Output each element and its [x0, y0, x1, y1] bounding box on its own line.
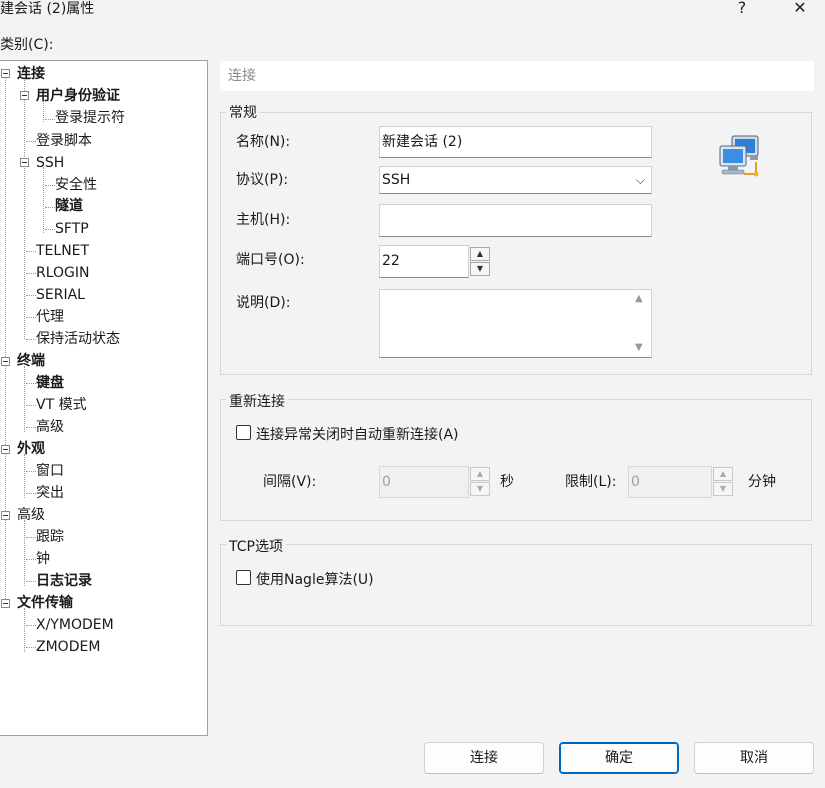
collapse-icon[interactable]	[1, 511, 10, 520]
host-input[interactable]	[379, 204, 652, 237]
tree-item-trace[interactable]: 跟踪	[36, 526, 64, 548]
name-label: 名称(N):	[236, 134, 291, 150]
protocol-label: 协议(P):	[236, 172, 289, 188]
spin-down-icon[interactable]: ▼	[713, 482, 733, 496]
panel-header: 连接	[220, 61, 814, 91]
spin-down-icon[interactable]: ▼	[470, 262, 490, 276]
tree-item-appearance[interactable]: 外观	[17, 438, 45, 460]
description-textarea[interactable]	[379, 289, 652, 358]
tree-item-security[interactable]: 安全性	[55, 174, 97, 196]
port-input[interactable]: 22	[379, 245, 469, 278]
tree-item-proxy[interactable]: 代理	[36, 306, 64, 328]
interval-spinner[interactable]: ▲ ▼	[470, 467, 490, 497]
nagle-checkbox[interactable]	[236, 570, 251, 585]
help-button[interactable]: ?	[722, 0, 762, 19]
collapse-icon[interactable]	[20, 158, 29, 167]
tree-item-telnet[interactable]: TELNET	[36, 240, 89, 262]
tree-item-user-auth[interactable]: 用户身份验证	[36, 85, 120, 107]
auto-reconnect-label: 连接异常关闭时自动重新连接(A)	[256, 427, 459, 443]
scroll-down-icon[interactable]: ▼	[635, 342, 643, 353]
category-label: 类别(C):	[0, 37, 54, 53]
tree-item-serial[interactable]: SERIAL	[36, 284, 85, 306]
category-tree[interactable]: 连接 用户身份验证 登录提示符 登录脚本 SSH 安全性 隧道 SFTP TEL…	[0, 60, 208, 736]
tree-item-terminal[interactable]: 终端	[17, 350, 45, 372]
collapse-icon[interactable]	[1, 445, 10, 454]
interval-unit: 秒	[500, 474, 514, 490]
description-scrollbar[interactable]: ▲ ▼	[633, 291, 650, 355]
spin-up-icon[interactable]: ▲	[470, 467, 490, 481]
host-label: 主机(H):	[236, 212, 291, 228]
limit-unit: 分钟	[748, 474, 776, 490]
interval-input[interactable]: 0	[379, 466, 469, 498]
protocol-select[interactable]: SSH ⌵	[379, 166, 652, 194]
tree-item-ssh[interactable]: SSH	[36, 152, 64, 174]
limit-spinner[interactable]: ▲ ▼	[713, 467, 733, 497]
tree-item-window[interactable]: 窗口	[36, 460, 64, 482]
close-button[interactable]: ✕	[780, 0, 820, 19]
auto-reconnect-checkbox[interactable]	[236, 425, 251, 440]
description-label: 说明(D):	[236, 295, 291, 311]
chevron-down-icon: ⌵	[635, 173, 645, 187]
tree-item-file-transfer[interactable]: 文件传输	[17, 592, 73, 614]
tree-item-sftp[interactable]: SFTP	[55, 218, 89, 240]
tree-item-connection[interactable]: 连接	[17, 63, 45, 85]
spin-up-icon[interactable]: ▲	[713, 467, 733, 481]
spin-up-icon[interactable]: ▲	[470, 247, 490, 261]
tree-item-highlight[interactable]: 突出	[36, 482, 64, 504]
tree-item-xymodem[interactable]: X/YMODEM	[36, 614, 114, 636]
scroll-up-icon[interactable]: ▲	[635, 293, 643, 304]
tree-item-vt-mode[interactable]: VT 模式	[36, 394, 87, 416]
tree-item-login-prompt[interactable]: 登录提示符	[55, 107, 125, 129]
tree-item-keepalive[interactable]: 保持活动状态	[36, 328, 120, 350]
tree-item-bell[interactable]: 钟	[36, 548, 50, 570]
reconnect-group-title: 重新连接	[226, 391, 288, 411]
ok-button[interactable]: 确定	[559, 742, 679, 774]
tree-item-advanced[interactable]: 高级	[17, 504, 45, 526]
protocol-select-value: SSH	[382, 172, 411, 188]
limit-label: 限制(L):	[565, 474, 617, 490]
tree-item-zmodem[interactable]: ZMODEM	[36, 636, 100, 658]
collapse-icon[interactable]	[20, 91, 29, 100]
tree-item-rlogin[interactable]: RLOGIN	[36, 262, 90, 284]
tree-item-terminal-advanced[interactable]: 高级	[36, 416, 64, 438]
port-label: 端口号(O):	[236, 252, 305, 268]
tcp-group-title: TCP选项	[226, 536, 286, 556]
general-group-title: 常规	[226, 102, 260, 122]
cancel-button[interactable]: 取消	[694, 742, 814, 774]
window-title: 建会话 (2)属性	[0, 1, 95, 17]
collapse-icon[interactable]	[1, 357, 10, 366]
collapse-icon[interactable]	[1, 69, 10, 78]
tree-item-keyboard[interactable]: 键盘	[36, 372, 64, 394]
tree-item-logging[interactable]: 日志记录	[36, 570, 92, 592]
connect-button[interactable]: 连接	[424, 742, 544, 774]
collapse-icon[interactable]	[1, 599, 10, 608]
tree-item-login-script[interactable]: 登录脚本	[36, 130, 92, 152]
name-input[interactable]: 新建会话 (2)	[379, 126, 652, 158]
port-spinner[interactable]: ▲ ▼	[470, 247, 490, 277]
reconnect-group	[220, 399, 812, 521]
limit-input[interactable]: 0	[628, 466, 712, 498]
spin-down-icon[interactable]: ▼	[470, 482, 490, 496]
interval-label: 间隔(V):	[263, 474, 317, 490]
network-computers-icon	[716, 134, 766, 180]
tree-item-tunnel[interactable]: 隧道	[55, 195, 83, 217]
nagle-label: 使用Nagle算法(U)	[256, 572, 374, 588]
